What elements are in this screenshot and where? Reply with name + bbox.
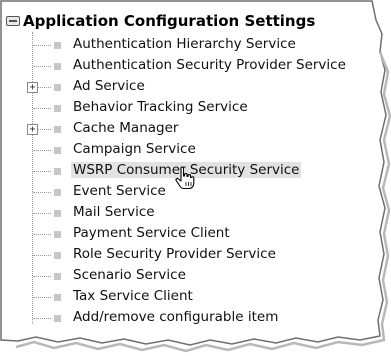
tree-item[interactable]: Authentication Security Provider Service: [2, 56, 352, 77]
tree-item[interactable]: Role Security Provider Service: [2, 245, 352, 266]
tree-connector: [33, 150, 51, 151]
tree-root-title[interactable]: Application Configuration Settings: [6, 12, 315, 30]
tree-item-label[interactable]: Mail Service: [71, 204, 157, 220]
node-bullet-icon: [54, 252, 61, 259]
tree-item-label[interactable]: Tax Service Client: [71, 288, 195, 304]
tree-item-label[interactable]: Role Security Provider Service: [71, 246, 278, 262]
node-bullet-icon: [54, 84, 61, 91]
node-bullet-icon: [54, 63, 61, 70]
node-bullet-icon: [54, 168, 61, 175]
tree-connector: [33, 255, 51, 256]
tree-item[interactable]: Authentication Hierarchy Service: [2, 35, 352, 56]
tree-item[interactable]: Add/remove configurable item: [2, 308, 352, 329]
tree-item-label[interactable]: Scenario Service: [71, 267, 188, 283]
tree-item[interactable]: Payment Service Client: [2, 224, 352, 245]
tree-connector: [33, 297, 51, 298]
tree-item-label[interactable]: Campaign Service: [71, 141, 198, 157]
node-bullet-icon: [54, 147, 61, 154]
tree-item-label[interactable]: Cache Manager: [71, 120, 180, 136]
node-bullet-icon: [54, 189, 61, 196]
tree-item-label[interactable]: Behavior Tracking Service: [71, 99, 250, 115]
tree-item-label[interactable]: Payment Service Client: [71, 225, 232, 241]
tree-item[interactable]: Scenario Service: [2, 266, 352, 287]
node-bullet-icon: [54, 315, 61, 322]
tree-item[interactable]: + Cache Manager: [2, 119, 352, 140]
tree-connector: [33, 45, 51, 46]
tree-connector: [33, 318, 51, 319]
tree-title-label: Application Configuration Settings: [23, 12, 316, 30]
tree-item[interactable]: + Ad Service: [2, 77, 352, 98]
tree-connector: [33, 66, 51, 67]
tree-connector: [33, 276, 51, 277]
node-bullet-icon: [54, 273, 61, 280]
collapse-box-icon[interactable]: [6, 16, 20, 26]
tree-item[interactable]: Tax Service Client: [2, 287, 352, 308]
node-bullet-icon: [54, 42, 61, 49]
node-bullet-icon: [54, 294, 61, 301]
node-bullet-icon: [54, 210, 61, 217]
node-bullet-icon: [54, 126, 61, 133]
tree-connector: [33, 234, 51, 235]
tree-item[interactable]: Behavior Tracking Service: [2, 98, 352, 119]
tree-item-label[interactable]: Authentication Security Provider Service: [71, 57, 348, 73]
tree-item-label[interactable]: Event Service: [71, 183, 168, 199]
tree-item[interactable]: Campaign Service: [2, 140, 352, 161]
tree-connector: [33, 171, 51, 172]
tree-connector: [33, 192, 51, 193]
node-bullet-icon: [54, 105, 61, 112]
tree-item-label[interactable]: Authentication Hierarchy Service: [71, 36, 298, 52]
tree-item-label[interactable]: Add/remove configurable item: [71, 309, 280, 325]
expand-plus-icon[interactable]: +: [27, 124, 38, 135]
hand-pointer-icon: [175, 166, 195, 190]
node-bullet-icon: [54, 231, 61, 238]
tree-item-label[interactable]: Ad Service: [71, 78, 147, 94]
tree-item[interactable]: Mail Service: [2, 203, 352, 224]
expand-plus-icon[interactable]: +: [27, 82, 38, 93]
tree-connector: [33, 213, 51, 214]
tree-connector: [33, 108, 51, 109]
